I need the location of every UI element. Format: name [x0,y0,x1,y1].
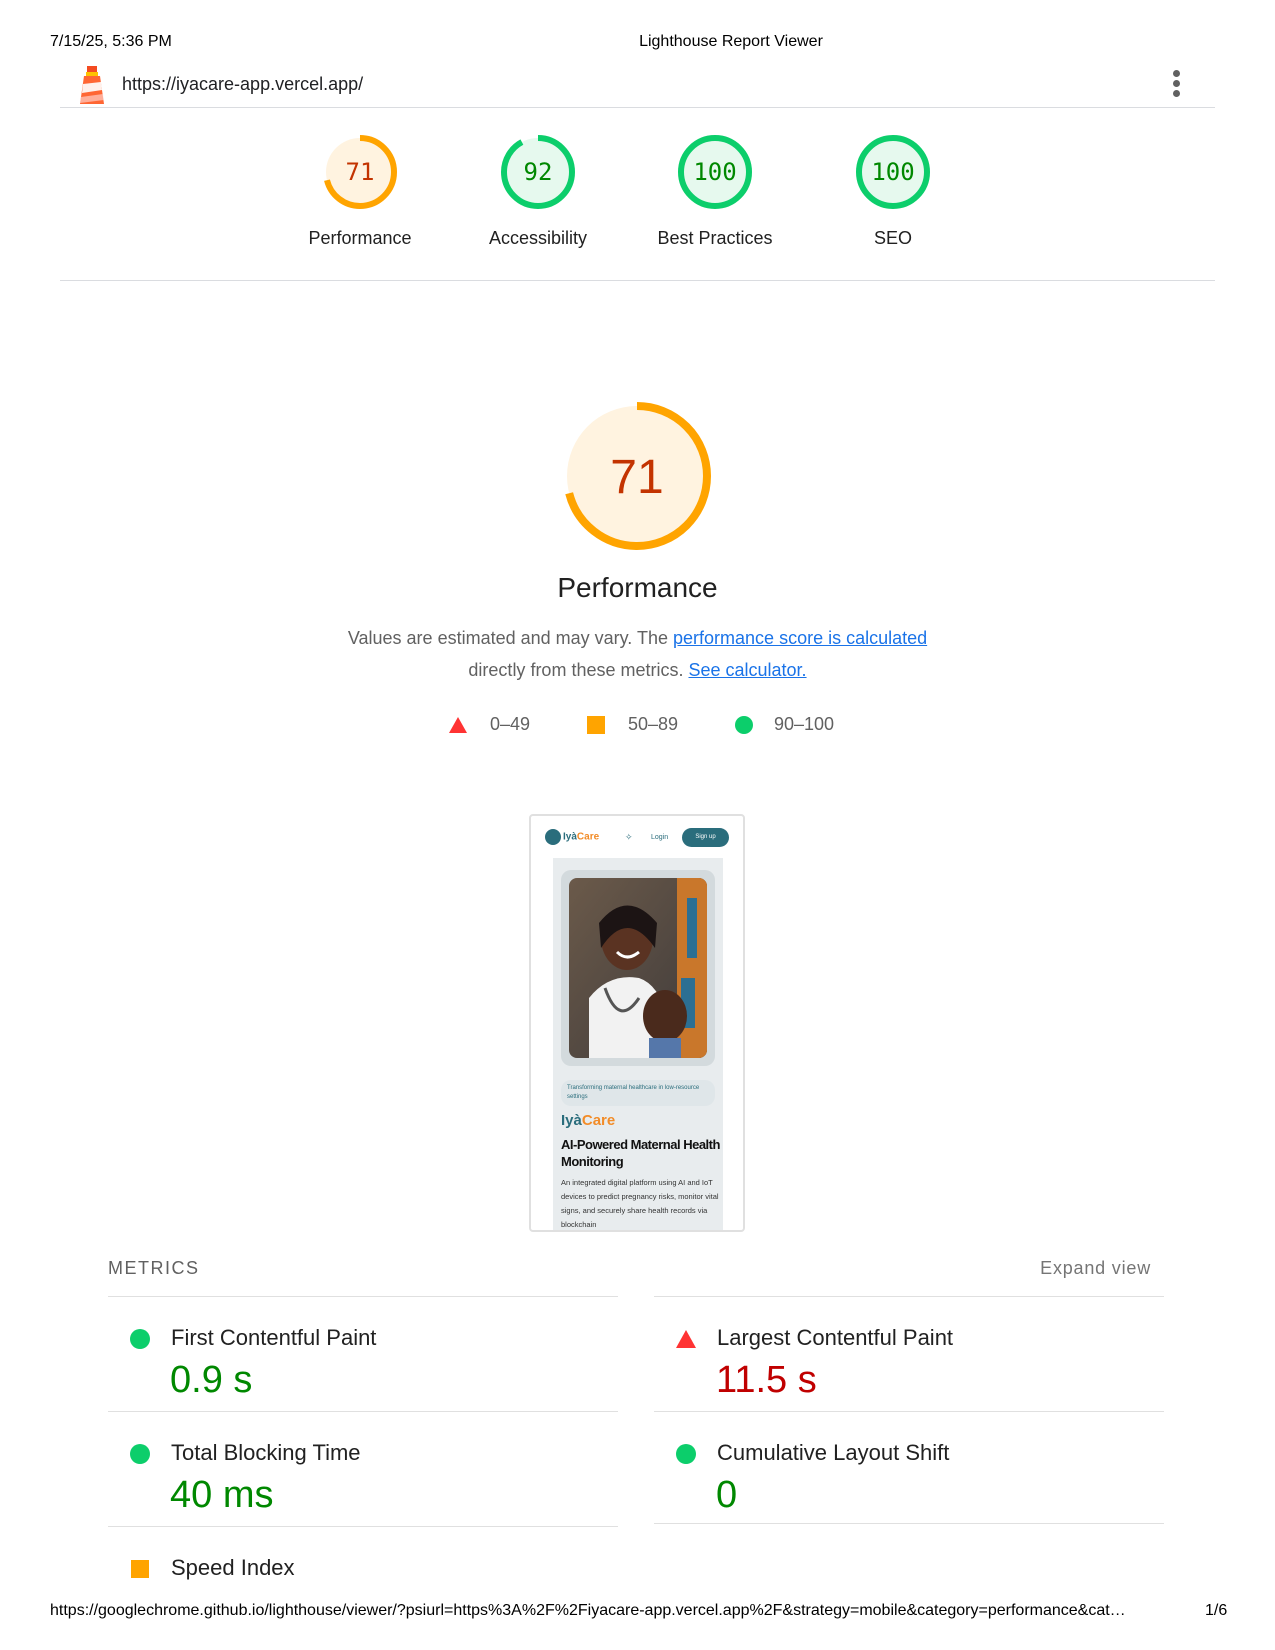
category-gauges: 71 Performance 92 Accessibility 100 Best… [60,108,1215,281]
gauge-best-practices-score: 100 [693,158,736,186]
metric-name: Speed Index [171,1555,295,1580]
metrics-left-column: First Contentful Paint 0.9 s Total Block… [108,1296,618,1641]
metric-lcp: Largest Contentful Paint 11.5 s [654,1296,1164,1411]
gauge-seo[interactable]: 100 SEO [813,132,973,249]
expand-view-button[interactable]: Expand view [1040,1258,1151,1279]
gauge-seo-ring: 100 [856,135,930,209]
gauge-performance[interactable]: 71 Performance [280,132,440,249]
metric-fcp: First Contentful Paint 0.9 s [108,1296,618,1411]
report-url: https://iyacare-app.vercel.app/ [122,74,364,94]
legend-fail: 0–49 [448,714,530,735]
metric-name: Cumulative Layout Shift [717,1440,950,1465]
print-footer-url: https://googlechrome.github.io/lighthous… [50,1602,1126,1619]
gauge-best-practices-ring: 100 [678,135,752,209]
metric-value: 0 [716,1474,738,1516]
gauge-accessibility-ring: 92 [501,135,575,209]
performance-big-gauge: 71 [563,402,711,550]
metric-value: 40 ms [170,1474,274,1516]
performance-big-score: 71 [610,451,663,504]
thumb-logo: IyàCare [545,829,599,845]
sun-icon: ✧ [625,832,633,842]
thumb-blurb: An integrated digital platform using AI … [561,1178,719,1229]
thumb-logo-mark [545,829,561,845]
pass-circle-icon [130,1444,150,1464]
thumb-login: Login [651,834,669,841]
legend-fail-range: 0–49 [490,714,531,734]
metric-name: First Contentful Paint [171,1325,377,1350]
metric-tbt: Total Blocking Time 40 ms [108,1411,618,1526]
score-calculated-link[interactable]: performance score is calculated [673,628,927,648]
report-topbar: https://iyacare-app.vercel.app/ [60,62,1215,108]
print-title: Lighthouse Report Viewer [639,33,823,50]
gauge-performance-score: 71 [346,158,375,186]
pass-circle-icon [130,1329,150,1349]
metrics-heading: METRICS [108,1258,200,1278]
gauge-performance-ring: 71 [323,135,397,209]
thumb-brand: IyàCare [561,1112,616,1129]
gauge-seo-score: 100 [871,158,914,186]
square-icon [587,716,605,734]
fail-triangle-icon [676,1330,696,1348]
performance-title: Performance [557,572,718,603]
gauge-accessibility-label: Accessibility [488,228,588,248]
average-square-icon [131,1560,149,1578]
metric-speed-index: Speed Index [108,1526,618,1641]
circle-icon [735,716,753,734]
legend-average: 50–89 [586,714,678,735]
gauge-seo-label: SEO [873,228,912,248]
see-calculator-link[interactable]: See calculator. [688,660,806,680]
metric-value: 0.9 s [170,1359,253,1401]
perf-desc-text-2: directly from these metrics. [468,660,689,680]
thumb-hero: Transforming maternal healthcare in low-… [553,858,723,1230]
pass-circle-icon [676,1444,696,1464]
gauge-best-practices[interactable]: 100 Best Practices [635,132,795,249]
thumb-tagline: Transforming maternal healthcare in low-… [561,1080,715,1106]
legend-pass: 90–100 [734,714,834,735]
metric-cls: Cumulative Layout Shift 0 [654,1411,1164,1524]
metric-value: 11.5 s [716,1359,817,1401]
triangle-icon [449,717,467,733]
final-screenshot[interactable]: IyàCare ✧ Login Sign up Transforming mat… [529,814,745,1232]
thumb-photo-frame [561,870,715,1066]
legend-average-range: 50–89 [628,714,679,734]
thumb-signup: Sign up [682,828,729,847]
legend-pass-range: 90–100 [774,714,835,734]
thumb-headline: AI-Powered Maternal Health Monitoring [561,1137,720,1169]
gauge-accessibility[interactable]: 92 Accessibility [458,132,618,249]
metrics-right-column: Largest Contentful Paint 11.5 s Cumulati… [654,1296,1164,1524]
gauge-best-practices-label: Best Practices [657,228,773,248]
gauge-accessibility-score: 92 [524,158,553,186]
hero-photo [569,878,707,1058]
metric-name: Largest Contentful Paint [717,1325,954,1350]
perf-desc-text-1: Values are estimated and may vary. The [347,628,674,648]
metric-name: Total Blocking Time [171,1440,361,1465]
performance-description: Values are estimated and may vary. The p… [300,622,975,686]
lighthouse-icon [80,66,104,104]
kebab-menu-icon[interactable] [1168,70,1184,100]
print-page-number: 1/6 [1205,1602,1228,1619]
gauge-performance-label: Performance [308,228,412,248]
